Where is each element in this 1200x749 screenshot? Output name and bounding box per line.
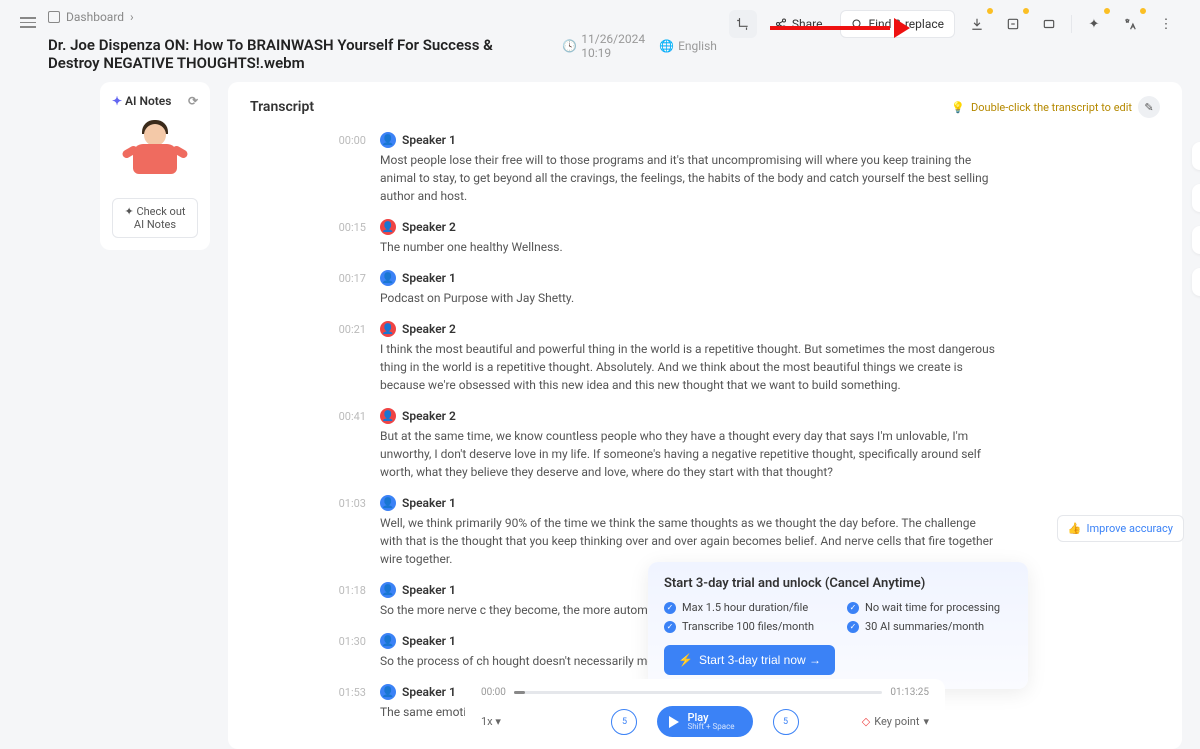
transcript-heading: Transcript [250, 99, 314, 115]
start-trial-button[interactable]: ⚡ Start 3-day trial now → [664, 645, 835, 675]
trial-popup: Start 3-day trial and unlock (Cancel Any… [648, 562, 1028, 689]
timestamp: 00:15 [330, 219, 366, 256]
transcript-segment[interactable]: 00:17 👤Speaker 1 Podcast on Purpose with… [250, 270, 1160, 307]
breadcrumb-home[interactable]: Dashboard [66, 10, 124, 24]
settings-icon[interactable] [1035, 10, 1063, 38]
ai-icon[interactable]: ✦ [1192, 142, 1200, 170]
speaker-avatar: 👤 [380, 408, 396, 424]
transcript-segment[interactable]: 00:00 👤Speaker 1 Most people lose their … [250, 132, 1160, 205]
timestamp: 00:41 [330, 408, 366, 481]
menu-icon[interactable] [20, 14, 36, 31]
segment-text[interactable]: Podcast on Purpose with Jay Shetty. [380, 289, 1000, 307]
bookmark-icon[interactable] [1192, 184, 1200, 212]
comment-icon[interactable] [1192, 226, 1200, 254]
timestamp: 01:03 [330, 495, 366, 568]
speaker-avatar: 👤 [380, 495, 396, 511]
edit-icon[interactable]: ✎ [1138, 96, 1160, 118]
speed-button[interactable]: 1x ▾ [481, 715, 501, 728]
speaker-avatar: 👤 [380, 219, 396, 235]
speaker-avatar: 👤 [380, 132, 396, 148]
transcript-segment[interactable]: 00:15 👤Speaker 2 The number one healthy … [250, 219, 1160, 256]
transcript-panel: Transcript 💡 Double-click the transcript… [228, 82, 1182, 749]
current-time: 00:00 [481, 687, 506, 698]
expand-icon[interactable]: ⟳ [188, 94, 198, 108]
speaker-label: 👤Speaker 2 [380, 408, 1160, 424]
transcript-segment[interactable]: 00:41 👤Speaker 2 But at the same time, w… [250, 408, 1160, 481]
trial-title: Start 3-day trial and unlock (Cancel Any… [664, 576, 1012, 591]
crop-icon[interactable] [729, 10, 757, 38]
transcript-segment[interactable]: 01:03 👤Speaker 1 Well, we think primaril… [250, 495, 1160, 568]
more-icon[interactable]: ⋮ [1152, 10, 1180, 38]
total-time: 01:13:25 [890, 687, 929, 698]
ai-notes-title: ✦ AI Notes [112, 94, 171, 108]
speaker-avatar: 👤 [380, 633, 396, 649]
timestamp: 00:00 [330, 132, 366, 205]
trial-feature: ✓No wait time for processing [847, 601, 1012, 614]
speaker-label: 👤Speaker 1 [380, 132, 1160, 148]
timestamp: 01:53 [330, 684, 366, 721]
speaker-label: 👤Speaker 1 [380, 270, 1160, 286]
meta-date: 🕓 11/26/2024 10:19 [562, 32, 645, 60]
skip-back-button[interactable]: 5 [611, 709, 637, 735]
segment-text[interactable]: But at the same time, we know countless … [380, 427, 1000, 481]
speaker-avatar: 👤 [380, 321, 396, 337]
export-icon[interactable] [999, 10, 1027, 38]
ai-notes-panel: ✦ AI Notes ⟳ ✦ Check out AI Notes [100, 82, 210, 250]
edit-hint: 💡 Double-click the transcript to edit ✎ [951, 96, 1160, 118]
clock-icon[interactable] [1192, 268, 1200, 296]
speaker-label: 👤Speaker 1 [380, 495, 1160, 511]
speaker-avatar: 👤 [380, 582, 396, 598]
segment-text[interactable]: Well, we think primarily 90% of the time… [380, 514, 1000, 568]
improve-accuracy-button[interactable]: 👍 Improve accuracy [1057, 515, 1184, 542]
trial-feature: ✓Max 1.5 hour duration/file [664, 601, 829, 614]
segment-text[interactable]: I think the most beautiful and powerful … [380, 340, 1000, 394]
play-icon [669, 716, 679, 728]
timestamp: 00:17 [330, 270, 366, 307]
sparkle-icon[interactable]: ✦ [1080, 10, 1108, 38]
skip-forward-button[interactable]: 5 [773, 709, 799, 735]
timestamp: 00:21 [330, 321, 366, 394]
download-icon[interactable] [963, 10, 991, 38]
chevron-right-icon: › [130, 10, 134, 24]
play-button[interactable]: PlayShift + Space [657, 706, 752, 737]
page-title: Dr. Joe Dispenza ON: How To BRAINWASH Yo… [48, 36, 530, 72]
segment-text[interactable]: The number one healthy Wellness. [380, 238, 1000, 256]
speaker-label: 👤Speaker 2 [380, 321, 1160, 337]
side-rail: ✦ [1192, 142, 1200, 296]
player-bar: 00:00 01:13:25 1x ▾ 5 PlayShift + Space … [465, 679, 945, 749]
segment-text[interactable]: Most people lose their free will to thos… [380, 151, 1000, 205]
separator [1071, 15, 1072, 33]
speaker-avatar: 👤 [380, 684, 396, 700]
find-replace-button[interactable]: Find & replace [840, 10, 955, 38]
breadcrumb: Dashboard › [48, 10, 717, 24]
share-button[interactable]: Share [765, 10, 833, 38]
illustration [110, 118, 200, 188]
speaker-avatar: 👤 [380, 270, 396, 286]
timestamp: 01:30 [330, 633, 366, 670]
check-ai-notes-button[interactable]: ✦ Check out AI Notes [112, 198, 198, 238]
trial-feature: ✓Transcribe 100 files/month [664, 620, 829, 633]
speaker-label: 👤Speaker 2 [380, 219, 1160, 235]
timestamp: 01:18 [330, 582, 366, 619]
translate-icon[interactable] [1116, 10, 1144, 38]
keypoint-button[interactable]: ◇Key point ▾ [862, 715, 929, 728]
meta-language: 🌐 English [659, 39, 717, 53]
transcript-segment[interactable]: 00:21 👤Speaker 2 I think the most beauti… [250, 321, 1160, 394]
trial-feature: ✓30 AI summaries/month [847, 620, 1012, 633]
dashboard-icon [48, 11, 60, 23]
progress-bar[interactable] [514, 691, 883, 694]
